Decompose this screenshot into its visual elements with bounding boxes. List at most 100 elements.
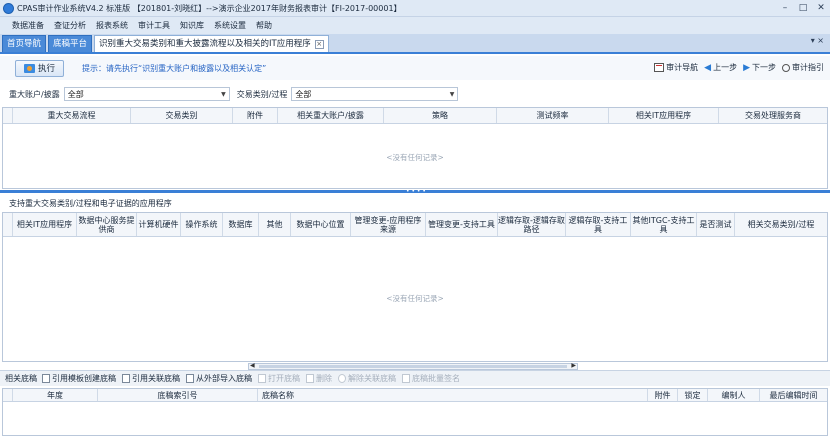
txn-filter-label: 交易类别/过程 <box>236 89 288 99</box>
audit-nav-button[interactable]: 审计导航 <box>654 62 698 73</box>
menu-help[interactable]: 帮助 <box>256 20 272 31</box>
title-bar: CPAS审计作业系统V4.2 标准版 【201801-刘晓红】-->演示企业20… <box>0 0 830 17</box>
grid1-empty-message: <没有任何记录> <box>386 153 444 162</box>
menu-query-analysis[interactable]: 查证分析 <box>54 20 86 31</box>
import-external-button[interactable]: 从外部导入底稿 <box>186 373 252 384</box>
maximize-button[interactable]: □ <box>798 2 808 14</box>
next-step-button[interactable]: ▶ 下一步 <box>743 62 776 73</box>
col-service-provider[interactable]: 交易处理服务商 <box>719 108 827 123</box>
next-step-label: 下一步 <box>752 63 776 72</box>
workpaper-grid: 年度 底稿索引号 底稿名称 附件 锁定 编制人 最后编辑时间 <box>2 388 828 436</box>
create-from-template-button[interactable]: 引用模板创建底稿 <box>42 373 116 384</box>
col-major-flow[interactable]: 重大交易流程 <box>13 108 131 123</box>
col-preparer[interactable]: 编制人 <box>708 389 760 401</box>
menu-system-settings[interactable]: 系统设置 <box>214 20 246 31</box>
menu-knowledge-base[interactable]: 知识库 <box>180 20 204 31</box>
account-filter-label: 重大账户/披露 <box>9 89 60 99</box>
menu-report-system[interactable]: 报表系统 <box>96 20 128 31</box>
menu-data-prep[interactable]: 数据准备 <box>12 20 44 31</box>
col-attachment[interactable]: 附件 <box>233 108 278 123</box>
audit-guide-button[interactable]: 审计指引 <box>782 62 824 73</box>
panel-splitter[interactable]: • • • • <box>0 189 830 195</box>
col-related-it-app[interactable]: 相关IT应用程序 <box>609 108 719 123</box>
minimize-button[interactable]: – <box>780 2 790 14</box>
audit-nav-label: 审计导航 <box>666 63 699 72</box>
tab-home-nav[interactable]: 首页导航 <box>2 35 47 52</box>
import-icon <box>186 374 194 383</box>
col-last-edited[interactable]: 最后编辑时间 <box>760 389 827 401</box>
account-filter-value: 全部 <box>67 89 84 99</box>
col-workpaper-name[interactable]: 底稿名称 <box>258 389 648 401</box>
batch-sign-label: 底稿批量签名 <box>412 374 460 383</box>
execute-icon <box>23 63 35 73</box>
col-locked[interactable]: 锁定 <box>678 389 708 401</box>
col-related-account[interactable]: 相关重大账户/披露 <box>278 108 384 123</box>
col-workpaper-index[interactable]: 底稿索引号 <box>98 389 258 401</box>
delete-button[interactable]: 删除 <box>306 373 332 384</box>
scroll-thumb[interactable] <box>259 365 567 368</box>
col-os[interactable]: 操作系统 <box>181 213 223 236</box>
batch-sign-button[interactable]: 底稿批量签名 <box>402 373 460 384</box>
tab-close-icon[interactable]: × <box>314 39 324 49</box>
col-database[interactable]: 数据库 <box>223 213 259 236</box>
tab-active-label: 识别重大交易类别和重大披露流程以及相关的IT应用程序 <box>99 38 311 49</box>
arrow-left-icon: ◀ <box>704 62 712 73</box>
search-icon <box>782 63 790 72</box>
transaction-flow-grid: 重大交易流程 交易类别 附件 相关重大账户/披露 策略 测试频率 相关IT应用程… <box>2 107 828 189</box>
link-workpaper-button[interactable]: 引用关联底稿 <box>122 373 180 384</box>
col-hardware[interactable]: 计算机硬件 <box>137 213 181 236</box>
menu-bar: 数据准备 查证分析 报表系统 审计工具 知识库 系统设置 帮助 <box>0 17 830 34</box>
open-workpaper-button[interactable]: 打开底稿 <box>258 373 300 384</box>
col-test-frequency[interactable]: 测试频率 <box>497 108 609 123</box>
col-related-txn-type[interactable]: 相关交易类别/过程 <box>735 213 827 236</box>
txn-filter-select[interactable]: 全部 ▼ <box>291 87 459 101</box>
col-dc-provider[interactable]: 数据中心服务提供商 <box>77 213 137 236</box>
execute-label: 执行 <box>37 64 55 74</box>
col-dc-location[interactable]: 数据中心位置 <box>291 213 351 236</box>
close-button[interactable]: ✕ <box>816 2 826 14</box>
col-other[interactable]: 其他 <box>259 213 291 236</box>
col-logical-access-path[interactable]: 逻辑存取-逻辑存取路径 <box>498 213 566 236</box>
delete-icon <box>306 374 314 383</box>
tab-active-procedure[interactable]: 识别重大交易类别和重大披露流程以及相关的IT应用程序 × <box>94 35 329 52</box>
horizontal-scrollbar[interactable]: ◀ ▶ <box>248 362 578 370</box>
row-indicator-header <box>3 389 13 401</box>
execute-button[interactable]: 执行 <box>15 59 64 77</box>
create-from-template-label: 引用模板创建底稿 <box>52 374 116 383</box>
scroll-right-icon[interactable]: ▶ <box>571 362 576 369</box>
tab-menu-icon[interactable]: ▾ × <box>811 36 824 45</box>
account-filter-select[interactable]: 全部 ▼ <box>63 87 230 101</box>
tab-workpaper-platform[interactable]: 底稿平台 <box>48 35 93 52</box>
col-other-itgc-tool[interactable]: 其他ITGC-支持工具 <box>631 213 697 236</box>
related-workpapers-label: 相关底稿 <box>5 374 37 383</box>
col-related-it-app[interactable]: 相关IT应用程序 <box>13 213 77 236</box>
grid-header: 重大交易流程 交易类别 附件 相关重大账户/披露 策略 测试频率 相关IT应用程… <box>3 108 827 124</box>
audit-guide-label: 审计指引 <box>792 63 824 72</box>
sign-icon <box>402 374 410 383</box>
open-icon <box>258 374 266 383</box>
col-is-tested[interactable]: 是否测试 <box>697 213 735 236</box>
col-attachment[interactable]: 附件 <box>648 389 678 401</box>
col-change-support-tool[interactable]: 管理变更-支持工具 <box>426 213 498 236</box>
chevron-down-icon: ▼ <box>449 90 455 98</box>
grid2-empty-message: <没有任何记录> <box>386 294 444 303</box>
link-workpaper-label: 引用关联底稿 <box>132 374 180 383</box>
open-workpaper-label: 打开底稿 <box>268 374 300 383</box>
grid-header: 相关IT应用程序 数据中心服务提供商 计算机硬件 操作系统 数据库 其他 数据中… <box>3 213 827 237</box>
prev-step-button[interactable]: ◀ 上一步 <box>704 62 737 73</box>
menu-audit-tools[interactable]: 审计工具 <box>138 20 170 31</box>
filter-row: 重大账户/披露 全部 ▼ 交易类别/过程 全部 ▼ <box>0 84 830 104</box>
scroll-left-icon[interactable]: ◀ <box>250 362 255 369</box>
col-year[interactable]: 年度 <box>13 389 98 401</box>
col-strategy[interactable]: 策略 <box>384 108 497 123</box>
txn-filter-value: 全部 <box>295 89 312 99</box>
window-title: CPAS审计作业系统V4.2 标准版 【201801-刘晓红】-->演示企业20… <box>17 3 402 13</box>
col-logical-access-tool[interactable]: 逻辑存取-支持工具 <box>566 213 631 236</box>
chevron-down-icon: ▼ <box>221 90 226 98</box>
tab-bar: 首页导航 底稿平台 识别重大交易类别和重大披露流程以及相关的IT应用程序 × ▾… <box>0 34 830 54</box>
col-txn-type[interactable]: 交易类别 <box>131 108 233 123</box>
unlink-workpaper-button[interactable]: 解除关联底稿 <box>338 373 396 384</box>
col-change-app-source[interactable]: 管理变更-应用程序来源 <box>351 213 426 236</box>
hint-text: 提示：请先执行“识别重大账户和披露以及相关认定” <box>82 63 267 73</box>
row-indicator-header <box>3 108 13 123</box>
